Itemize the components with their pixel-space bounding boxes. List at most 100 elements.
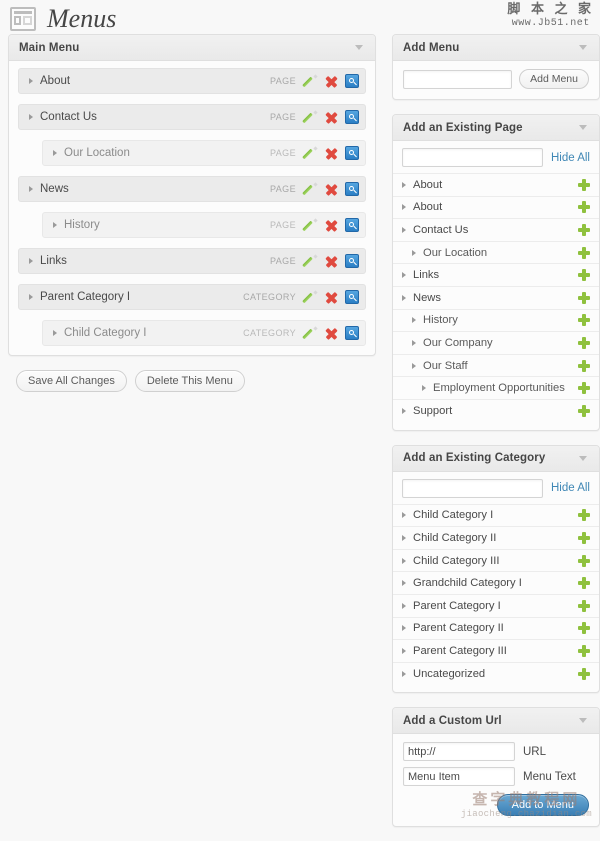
- plus-add-icon[interactable]: [578, 201, 590, 214]
- x-delete-icon[interactable]: [325, 291, 338, 304]
- menu-row-actions: [305, 146, 359, 160]
- existing-category-row[interactable]: Child Category III: [393, 550, 599, 573]
- pencil-icon[interactable]: [305, 111, 318, 124]
- plus-add-icon[interactable]: [578, 291, 590, 304]
- save-all-changes-button[interactable]: Save All Changes: [16, 370, 127, 392]
- add-existing-page-panel-header[interactable]: Add an Existing Page: [393, 115, 599, 141]
- chevron-right-icon: [402, 226, 406, 233]
- existing-page-row[interactable]: About: [393, 197, 599, 220]
- x-delete-icon[interactable]: [325, 255, 338, 268]
- main-menu-panel-header[interactable]: Main Menu: [9, 35, 375, 61]
- plus-add-icon[interactable]: [578, 554, 590, 567]
- x-delete-icon[interactable]: [325, 219, 338, 232]
- custom-menu-text-input[interactable]: [403, 767, 515, 787]
- category-search-input[interactable]: [402, 478, 543, 498]
- chevron-down-icon[interactable]: [579, 125, 587, 130]
- page-hide-all-link[interactable]: Hide All: [551, 152, 590, 164]
- existing-category-row[interactable]: Child Category II: [393, 527, 599, 550]
- chevron-down-icon[interactable]: [579, 455, 587, 461]
- search-icon[interactable]: [345, 146, 359, 160]
- chevron-right-icon: [402, 294, 406, 301]
- plus-add-icon[interactable]: [578, 246, 590, 259]
- add-menu-button[interactable]: Add Menu: [519, 69, 589, 89]
- plus-add-icon[interactable]: [578, 531, 590, 544]
- chevron-down-icon[interactable]: [579, 718, 587, 724]
- menu-row[interactable]: Parent Category I CATEGORY: [18, 284, 366, 310]
- pencil-icon[interactable]: [305, 147, 318, 160]
- search-icon[interactable]: [345, 74, 359, 88]
- chevron-down-icon[interactable]: [355, 45, 363, 50]
- x-delete-icon[interactable]: [325, 327, 338, 340]
- existing-page-row[interactable]: Links: [393, 264, 599, 287]
- existing-category-row[interactable]: Parent Category II: [393, 618, 599, 641]
- search-icon[interactable]: [345, 254, 359, 268]
- menu-row[interactable]: About PAGE: [18, 68, 366, 94]
- pencil-icon[interactable]: [305, 219, 318, 232]
- chevron-right-icon: [402, 204, 406, 211]
- existing-category-row[interactable]: Grandchild Category I: [393, 572, 599, 595]
- menu-row-type: PAGE: [270, 148, 296, 158]
- plus-add-icon[interactable]: [578, 622, 590, 635]
- delete-this-menu-button[interactable]: Delete This Menu: [134, 370, 245, 392]
- x-delete-icon[interactable]: [325, 183, 338, 196]
- plus-add-icon[interactable]: [578, 269, 590, 282]
- existing-category-row[interactable]: Child Category I: [393, 505, 599, 528]
- page-search-input[interactable]: [402, 148, 543, 167]
- chevron-down-icon[interactable]: [579, 45, 587, 50]
- search-icon[interactable]: [345, 182, 359, 196]
- pencil-icon[interactable]: [305, 75, 318, 88]
- existing-page-row[interactable]: History: [393, 310, 599, 333]
- plus-add-icon[interactable]: [578, 382, 590, 395]
- existing-page-row[interactable]: About: [393, 174, 599, 197]
- menu-row-type: PAGE: [270, 220, 296, 230]
- menu-row[interactable]: Child Category I CATEGORY: [42, 320, 366, 346]
- search-icon[interactable]: [345, 218, 359, 232]
- add-to-menu-button[interactable]: Add to Menu: [496, 794, 589, 817]
- existing-category-row[interactable]: Parent Category I: [393, 595, 599, 618]
- add-menu-name-input[interactable]: [403, 69, 513, 89]
- existing-page-row[interactable]: Support: [393, 400, 599, 423]
- pencil-icon[interactable]: [305, 255, 318, 268]
- add-custom-url-panel-header[interactable]: Add a Custom Url: [393, 708, 599, 735]
- x-delete-icon[interactable]: [325, 75, 338, 88]
- menu-row[interactable]: History PAGE: [42, 212, 366, 238]
- menu-row[interactable]: Our Location PAGE: [42, 140, 366, 166]
- pencil-icon[interactable]: [305, 183, 318, 196]
- pencil-icon[interactable]: [305, 327, 318, 340]
- plus-add-icon[interactable]: [578, 314, 590, 327]
- add-menu-panel-header[interactable]: Add Menu: [393, 35, 599, 61]
- category-hide-all-link[interactable]: Hide All: [551, 482, 590, 494]
- existing-page-row[interactable]: Our Location: [393, 242, 599, 265]
- existing-category-row[interactable]: Uncategorized: [393, 663, 599, 686]
- search-icon[interactable]: [345, 290, 359, 304]
- pick-row-label: Contact Us: [413, 223, 469, 236]
- menu-row-label: Links: [40, 255, 67, 267]
- x-delete-icon[interactable]: [325, 147, 338, 160]
- plus-add-icon[interactable]: [578, 509, 590, 522]
- plus-add-icon[interactable]: [578, 644, 590, 657]
- plus-add-icon[interactable]: [578, 359, 590, 372]
- plus-add-icon[interactable]: [578, 405, 590, 418]
- search-icon[interactable]: [345, 110, 359, 124]
- menu-row[interactable]: Contact Us PAGE: [18, 104, 366, 130]
- menu-row[interactable]: News PAGE: [18, 176, 366, 202]
- existing-page-row[interactable]: Employment Opportunities: [393, 377, 599, 400]
- existing-category-row[interactable]: Parent Category III: [393, 640, 599, 663]
- pick-row-label: Parent Category III: [413, 644, 507, 657]
- add-existing-category-panel-header[interactable]: Add an Existing Category: [393, 445, 599, 472]
- custom-url-input[interactable]: [403, 742, 515, 762]
- plus-add-icon[interactable]: [578, 667, 590, 680]
- plus-add-icon[interactable]: [578, 599, 590, 612]
- x-delete-icon[interactable]: [325, 111, 338, 124]
- existing-page-row[interactable]: Contact Us: [393, 219, 599, 242]
- menu-row[interactable]: Links PAGE: [18, 248, 366, 274]
- pencil-icon[interactable]: [305, 291, 318, 304]
- search-icon[interactable]: [345, 326, 359, 340]
- existing-page-row[interactable]: Our Company: [393, 332, 599, 355]
- existing-page-row[interactable]: Our Staff: [393, 355, 599, 378]
- existing-page-row[interactable]: News: [393, 287, 599, 310]
- plus-add-icon[interactable]: [578, 577, 590, 590]
- plus-add-icon[interactable]: [578, 178, 590, 191]
- plus-add-icon[interactable]: [578, 223, 590, 236]
- plus-add-icon[interactable]: [578, 336, 590, 349]
